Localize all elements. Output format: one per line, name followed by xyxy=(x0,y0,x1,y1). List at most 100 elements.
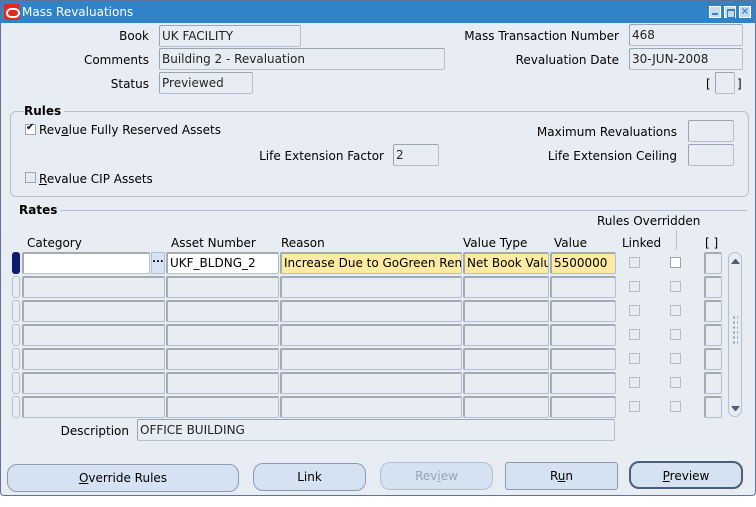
row-indicator[interactable] xyxy=(12,300,20,322)
value-cell[interactable] xyxy=(550,324,616,346)
button-label: review xyxy=(669,469,710,483)
revaluation-date-field[interactable]: 30-JUN-2008 xyxy=(629,48,743,70)
list-of-values-button[interactable]: ... xyxy=(151,252,165,274)
minimize-icon[interactable] xyxy=(709,6,721,18)
asset-number-cell[interactable]: UKF_BLDNG_2 xyxy=(166,252,279,274)
row-indicator[interactable] xyxy=(12,348,20,370)
rates-scrollbar[interactable] xyxy=(728,252,742,417)
linked-checkbox[interactable] xyxy=(629,305,640,316)
value-cell[interactable] xyxy=(550,276,616,298)
value-cell[interactable] xyxy=(550,396,616,418)
value-cell[interactable]: 5500000 xyxy=(550,252,616,274)
link-button[interactable]: Link xyxy=(253,463,366,491)
row-indicator[interactable] xyxy=(12,276,20,298)
row-dff-cell[interactable] xyxy=(704,252,722,274)
linked-checkbox[interactable] xyxy=(629,257,640,268)
value-type-cell[interactable]: Net Book Value xyxy=(463,252,549,274)
life-extension-ceiling-field[interactable] xyxy=(688,144,734,166)
value-cell[interactable] xyxy=(550,348,616,370)
asset-number-cell[interactable] xyxy=(166,348,279,370)
value-type-cell[interactable] xyxy=(463,348,549,370)
row-indicator[interactable] xyxy=(12,396,20,418)
life-extension-ceiling-label: Life Extension Ceiling xyxy=(547,149,677,163)
mass-transaction-number-field[interactable]: 468 xyxy=(629,24,743,46)
row-dff-cell[interactable] xyxy=(704,324,722,346)
close-icon[interactable]: × xyxy=(739,6,751,18)
maximize-icon[interactable] xyxy=(724,6,736,18)
asset-number-cell[interactable] xyxy=(166,372,279,394)
status-field[interactable]: Previewed xyxy=(159,72,253,94)
scroll-down-arrow-icon[interactable] xyxy=(731,406,740,411)
button-label: verride Rules xyxy=(88,471,168,485)
reason-cell[interactable] xyxy=(280,372,462,394)
category-cell[interactable] xyxy=(22,324,165,346)
category-cell[interactable] xyxy=(22,348,165,370)
value-type-cell[interactable] xyxy=(463,324,549,346)
rates-title: Rates xyxy=(19,203,61,217)
rules-overridden-header: Rules Overridden xyxy=(597,214,701,228)
category-cell[interactable] xyxy=(22,396,165,418)
category-cell[interactable] xyxy=(22,372,165,394)
book-field[interactable]: UK FACILITY xyxy=(159,25,301,47)
asset-number-cell[interactable] xyxy=(166,396,279,418)
category-cell[interactable] xyxy=(22,252,150,274)
column-header-category: Category xyxy=(27,236,82,250)
mnemonic: O xyxy=(78,471,89,485)
row-indicator[interactable] xyxy=(12,324,20,346)
description-field[interactable]: OFFICE BUILDING xyxy=(137,419,615,441)
reason-cell[interactable] xyxy=(280,348,462,370)
value-cell[interactable] xyxy=(550,372,616,394)
reason-cell[interactable] xyxy=(280,324,462,346)
category-cell[interactable] xyxy=(22,276,165,298)
rules-overridden-checkbox[interactable] xyxy=(670,257,681,268)
life-extension-factor-field[interactable]: 2 xyxy=(393,144,439,166)
value-type-cell[interactable] xyxy=(463,276,549,298)
rules-overridden-checkbox[interactable] xyxy=(670,353,681,364)
maximum-revaluations-field[interactable] xyxy=(688,120,734,142)
linked-checkbox[interactable] xyxy=(629,377,640,388)
descriptive-flexfield[interactable] xyxy=(715,72,735,94)
reason-cell[interactable]: Increase Due to GoGreen Renov xyxy=(280,252,462,274)
override-rules-button[interactable]: Override Rules xyxy=(7,464,239,492)
rules-overridden-checkbox[interactable] xyxy=(670,281,681,292)
linked-checkbox[interactable] xyxy=(629,281,640,292)
preview-button[interactable]: Preview xyxy=(629,461,743,489)
row-dff-cell[interactable] xyxy=(704,348,722,370)
review-button[interactable]: Review xyxy=(380,462,493,490)
scroll-grip-icon[interactable] xyxy=(732,315,738,345)
comments-field[interactable]: Building 2 - Revaluation xyxy=(159,48,445,70)
rules-overridden-checkbox[interactable] xyxy=(670,305,681,316)
reason-cell[interactable] xyxy=(280,396,462,418)
rules-overridden-checkbox[interactable] xyxy=(670,329,681,340)
value-type-cell[interactable] xyxy=(463,300,549,322)
reason-cell[interactable] xyxy=(280,276,462,298)
dff-open-bracket: [ xyxy=(706,77,711,91)
value-cell[interactable] xyxy=(550,300,616,322)
mnemonic: R xyxy=(39,172,47,186)
revalue-fully-reserved-checkbox[interactable] xyxy=(25,122,36,135)
book-label: Book xyxy=(119,29,149,43)
linked-checkbox[interactable] xyxy=(629,329,640,340)
linked-checkbox[interactable] xyxy=(629,401,640,412)
row-dff-cell[interactable] xyxy=(704,396,722,418)
row-indicator[interactable] xyxy=(12,372,20,394)
column-header-asset-number: Asset Number xyxy=(171,236,256,250)
row-dff-cell[interactable] xyxy=(704,300,722,322)
row-dff-cell[interactable] xyxy=(704,276,722,298)
row-dff-cell[interactable] xyxy=(704,372,722,394)
category-cell[interactable] xyxy=(22,300,165,322)
life-extension-factor-label: Life Extension Factor xyxy=(259,149,384,163)
rules-overridden-checkbox[interactable] xyxy=(670,377,681,388)
scroll-up-arrow-icon[interactable] xyxy=(731,259,740,264)
rules-overridden-checkbox[interactable] xyxy=(670,401,681,412)
row-indicator[interactable] xyxy=(12,252,20,274)
revalue-cip-checkbox[interactable] xyxy=(25,172,36,183)
asset-number-cell[interactable] xyxy=(166,300,279,322)
linked-checkbox[interactable] xyxy=(629,353,640,364)
value-type-cell[interactable] xyxy=(463,396,549,418)
asset-number-cell[interactable] xyxy=(166,324,279,346)
value-type-cell[interactable] xyxy=(463,372,549,394)
reason-cell[interactable] xyxy=(280,300,462,322)
run-button[interactable]: Run xyxy=(505,462,618,490)
asset-number-cell[interactable] xyxy=(166,276,279,298)
